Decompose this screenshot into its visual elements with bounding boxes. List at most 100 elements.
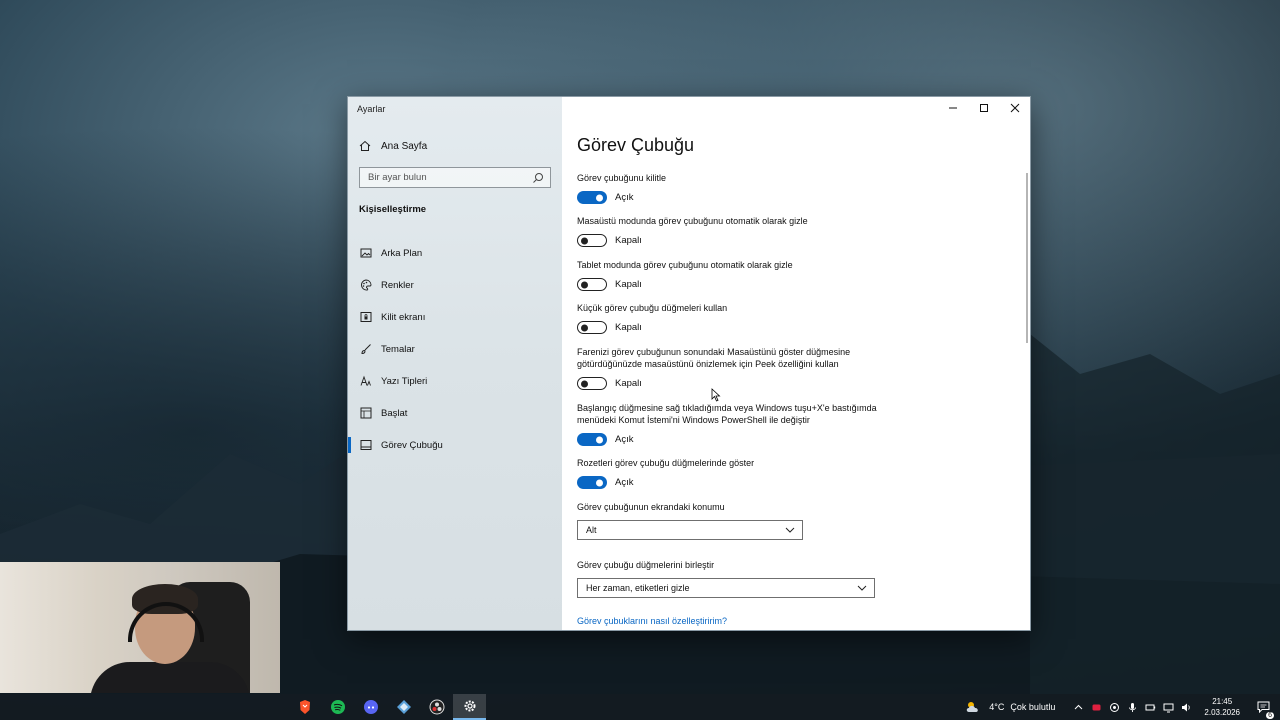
page-title: Görev Çubuğu [577, 135, 695, 155]
setting-label: Farenizi görev çubuğunun sonundaki Masaü… [577, 347, 851, 369]
taskbar-app-discord[interactable] [354, 694, 387, 720]
maximize-button[interactable] [968, 97, 999, 119]
tray-icons [1073, 702, 1192, 713]
sidebar-item-temalar[interactable]: Temalar [348, 333, 562, 365]
sidebar-item-label: Kilit ekranı [381, 311, 426, 323]
font-icon [360, 375, 372, 387]
sidebar-item-yazi-tipleri[interactable]: Yazı Tipleri [348, 365, 562, 397]
mouse-cursor-icon [711, 388, 721, 402]
tray-app-icon[interactable] [1091, 702, 1102, 713]
brush-icon [360, 343, 372, 355]
setting-label: Rozetleri görev çubuğu düğmelerinde göst… [577, 458, 755, 468]
webcam-person-body [90, 662, 250, 693]
app-icon [396, 700, 411, 714]
sidebar-item-label: Görev Çubuğu [381, 439, 443, 451]
nav-section-title: Kişiselleştirme [359, 204, 427, 215]
discord-icon [363, 700, 378, 714]
settings-window: Ayarlar Ana Sayfa Bir ayar bulun Kişisel… [347, 96, 1031, 631]
help-link[interactable]: Görev çubuklarını nasıl özelleştiririm? [577, 616, 727, 626]
toggle-state: Kapalı [615, 235, 642, 246]
chevron-up-icon[interactable] [1073, 702, 1084, 713]
taskbar-app-spotify[interactable] [321, 694, 354, 720]
setting-small-buttons: Küçük görev çubuğu düğmeleri kullan Kapa… [577, 302, 877, 334]
sidebar-item-label: Yazı Tipleri [381, 375, 428, 387]
sidebar-item-baslat[interactable]: Başlat [348, 397, 562, 429]
cloud-icon [967, 702, 979, 712]
palette-icon [360, 279, 372, 291]
taskbar-app-settings[interactable] [453, 694, 486, 720]
network-icon[interactable] [1163, 702, 1174, 713]
setting-label: Görev çubuğunun ekrandaki konumu [577, 502, 725, 512]
toggle-small-buttons[interactable] [577, 321, 607, 334]
setting-powershell: Başlangıç düğmesine sağ tıkladığımda vey… [577, 402, 877, 446]
taskbar-app-tool[interactable] [387, 694, 420, 720]
brave-icon [299, 700, 310, 714]
setting-label: Masaüstü modunda görev çubuğunu otomatik… [577, 216, 808, 226]
setting-lock-taskbar: Görev çubuğunu kilitle Açık [577, 172, 877, 204]
clock-time: 21:45 [1212, 697, 1233, 706]
setting-taskbar-position: Görev çubuğunun ekrandaki konumu Alt [577, 501, 807, 540]
volume-icon[interactable] [1181, 702, 1192, 713]
weather-temp: 4°C [989, 702, 1005, 712]
minimize-button[interactable] [937, 97, 968, 119]
toggle-peek[interactable] [577, 377, 607, 390]
window-title: Ayarlar [357, 104, 386, 114]
sidebar-item-gorev-cubugu[interactable]: Görev Çubuğu [348, 429, 562, 461]
close-button[interactable] [999, 97, 1030, 119]
weather-widget[interactable]: 4°C Çok bulutlu [965, 700, 1055, 714]
tray-camera-icon[interactable] [1109, 702, 1120, 713]
toggle-state: Açık [615, 192, 634, 203]
image-icon [360, 247, 372, 259]
setting-label: Görev çubuğu düğmelerini birleştir [577, 560, 715, 570]
sidebar-item-label: Arka Plan [381, 247, 423, 259]
toggle-autohide-desktop[interactable] [577, 234, 607, 247]
microphone-icon[interactable] [1127, 702, 1138, 713]
chevron-down-icon [856, 582, 868, 594]
start-icon [360, 407, 372, 419]
taskbar-app-obs[interactable] [420, 694, 453, 720]
battery-icon[interactable] [1145, 702, 1156, 713]
sidebar-item-renkler[interactable]: Renkler [348, 269, 562, 301]
taskbar-app-brave[interactable] [288, 694, 321, 720]
taskbar-position-select[interactable]: Alt [577, 520, 803, 540]
spotify-icon [330, 700, 345, 714]
close-icon [1010, 103, 1019, 113]
sidebar-item-kilit-ekrani[interactable]: Kilit ekranı [348, 301, 562, 333]
toggle-state: Açık [615, 477, 634, 488]
toggle-badges[interactable] [577, 476, 607, 489]
clock[interactable]: 21:45 2.03.2026 [1204, 696, 1240, 718]
search-placeholder: Bir ayar bulun [368, 172, 427, 183]
settings-icon [464, 700, 475, 712]
setting-autohide-tablet: Tablet modunda görev çubuğunu otomatik o… [577, 259, 877, 291]
combine-buttons-select[interactable]: Her zaman, etiketleri gizle [577, 578, 875, 598]
clock-date: 2.03.2026 [1204, 708, 1240, 717]
search-input[interactable]: Bir ayar bulun [359, 167, 551, 188]
nav-home-label: Ana Sayfa [381, 140, 428, 152]
lock-screen-icon [360, 311, 372, 323]
notification-badge: 6 [1266, 712, 1274, 719]
notification-center-button[interactable]: 6 [1252, 701, 1274, 719]
settings-nav-pane: Ayarlar Ana Sayfa Bir ayar bulun Kişisel… [348, 97, 562, 630]
system-tray: 4°C Çok bulutlu 21:45 2.03.2026 6 [965, 694, 1280, 720]
scrollbar[interactable] [1026, 173, 1028, 343]
setting-autohide-desktop: Masaüstü modunda görev çubuğunu otomatik… [577, 215, 877, 247]
search-icon [532, 172, 544, 184]
taskbar: 4°C Çok bulutlu 21:45 2.03.2026 6 [0, 694, 1280, 720]
window-caption-buttons [937, 97, 1030, 119]
toggle-lock-taskbar[interactable] [577, 191, 607, 204]
toggle-state: Kapalı [615, 378, 642, 389]
minimize-icon [948, 107, 957, 109]
nav-home[interactable]: Ana Sayfa [359, 140, 427, 152]
setting-badges: Rozetleri görev çubuğu düğmelerinde göst… [577, 457, 877, 489]
sidebar-item-arka-plan[interactable]: Arka Plan [348, 237, 562, 269]
select-value: Her zaman, etiketleri gizle [586, 583, 690, 593]
sidebar-item-label: Başlat [381, 407, 408, 419]
toggle-autohide-tablet[interactable] [577, 278, 607, 291]
nav-list: Arka Plan Renkler Kilit ekranı Temalar Y… [348, 237, 562, 461]
toggle-powershell[interactable] [577, 433, 607, 446]
chevron-down-icon [784, 524, 796, 536]
setting-peek: Farenizi görev çubuğunun sonundaki Masaü… [577, 346, 877, 390]
taskbar-icon [360, 439, 372, 451]
toggle-state: Kapalı [615, 279, 642, 290]
setting-label: Görev çubuğunu kilitle [577, 173, 667, 183]
